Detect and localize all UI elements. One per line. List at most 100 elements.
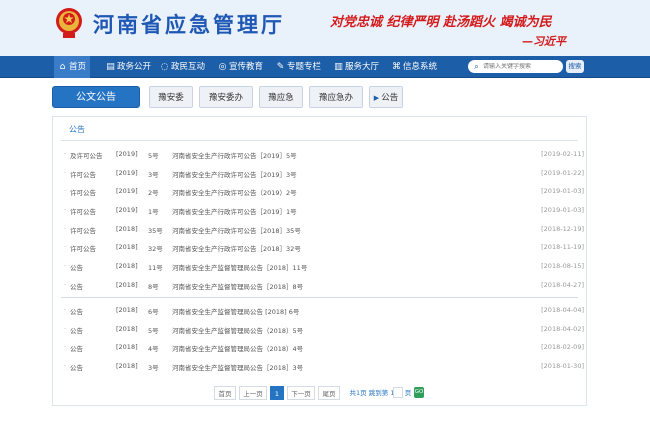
nav-item-label: 政民互动 — [171, 62, 206, 72]
list-item[interactable]: · 许可公告 [2019] 2号 河南省安全生产行政许可公告（2019）2号 [2019-… — [64, 187, 584, 199]
pencil-icon: ✎ — [276, 61, 285, 72]
item-year: [2019] — [116, 206, 138, 214]
item-title-link[interactable]: 河南省安全生产行政许可公告［2019］1号 — [172, 206, 297, 216]
page-unit-label: 页 — [404, 386, 412, 400]
item-date: [2018-08-15] — [541, 262, 584, 270]
item-category: 公告 — [70, 364, 83, 372]
list-item[interactable]: · 及许可公告 [2019] 5号 河南省安全生产行政许可公告［2019］5号 [2019… — [64, 150, 584, 162]
go-button[interactable]: GO — [414, 387, 424, 398]
home-icon: ⌂ — [59, 61, 66, 72]
item-title-link[interactable]: 河南省安全生产监督管理局公告［2018］11号 — [172, 262, 307, 272]
list-item[interactable]: · 公告 [2018] 11号 河南省安全生产监督管理局公告［2018］11号 [2018… — [64, 262, 584, 274]
bullet-icon: · — [64, 262, 67, 270]
nav-item-government-affairs[interactable]: ▤ 政务公开 — [106, 56, 151, 78]
list-item[interactable]: · 公告 [2018] 6号 河南省安全生产监督管理局公告 [2018] 6号 [2018… — [64, 306, 584, 318]
site-title[interactable]: 河南省应急管理厅 — [93, 9, 285, 39]
document-icon: ▤ — [106, 61, 115, 72]
item-title-link[interactable]: 河南省安全生产行政许可公告［2019］3号 — [172, 169, 297, 179]
item-title-link[interactable]: 河南省安全生产监督管理局公告 [2018] 6号 — [172, 306, 299, 316]
item-date: [2018-04-02] — [541, 325, 584, 333]
tab-announcements[interactable]: ▶ 公告 — [369, 86, 403, 108]
bullet-icon: · — [64, 243, 67, 251]
tab-yu-anwei[interactable]: 豫安委 — [149, 86, 193, 108]
nav-item-interaction[interactable]: ◌ 政民互动 — [160, 56, 205, 78]
nav-item-info-systems[interactable]: ⌘ 信息系统 — [392, 56, 437, 78]
item-number: 32号 — [148, 245, 163, 253]
item-date: [2018-04-04] — [541, 306, 584, 314]
item-title-link[interactable]: 河南省安全生产监督管理局公告（2018）5号 — [172, 325, 303, 335]
item-category: 公告 — [70, 345, 83, 353]
item-title-link[interactable]: 河南省安全生产监督管理局公告［2018］8号 — [172, 281, 303, 291]
national-emblem-icon — [56, 8, 82, 38]
bullet-icon: · — [64, 281, 67, 289]
bullet-icon: · — [64, 225, 67, 233]
item-year: [2018] — [116, 362, 138, 370]
nav-item-topics[interactable]: ✎ 专题专栏 — [276, 56, 321, 78]
bullet-icon: · — [64, 343, 67, 351]
item-year: [2019] — [116, 150, 138, 158]
nav-item-label: 信息系统 — [403, 62, 438, 72]
item-title-link[interactable]: 河南省安全生产行政许可公告［2018］32号 — [172, 243, 301, 253]
item-category: 许可公告 — [70, 245, 96, 253]
list-item[interactable]: · 公告 [2018] 4号 河南省安全生产监督管理局公告（2018）4号 [2018-0… — [64, 343, 584, 355]
page-number-input[interactable] — [393, 387, 403, 398]
item-date: [2019-01-22] — [541, 169, 584, 177]
item-title-link[interactable]: 河南省安全生产行政许可公告［2019］5号 — [172, 150, 297, 160]
nav-item-label: 政务公开 — [117, 62, 152, 72]
list-item[interactable]: · 公告 [2018] 8号 河南省安全生产监督管理局公告［2018］8号 [2018-0… — [64, 281, 584, 293]
nav-item-service-hall[interactable]: ▥ 服务大厅 — [334, 56, 379, 78]
triangle-right-icon: ▶ — [373, 94, 380, 102]
nav-item-education[interactable]: ◎ 宣传教育 — [218, 56, 263, 78]
prev-page-button[interactable]: 上一页 — [239, 386, 267, 400]
item-number: 6号 — [148, 308, 159, 316]
tab-yu-anweiban[interactable]: 豫安委办 — [199, 86, 253, 108]
item-year: [2018] — [116, 243, 138, 251]
item-date: [2018-01-30] — [541, 362, 584, 370]
item-title-link[interactable]: 河南省安全生产监督管理局公告（2018）4号 — [172, 343, 303, 353]
item-year: [2018] — [116, 343, 138, 351]
nav-item-label: 专题专栏 — [287, 62, 322, 72]
chat-icon: ◌ — [160, 61, 169, 72]
tab-official-announcements[interactable]: 公文公告 — [52, 86, 140, 108]
last-page-button[interactable]: 尾页 — [318, 386, 340, 400]
bullet-icon: · — [64, 362, 67, 370]
item-title-link[interactable]: 河南省安全生产监督管理局公告［2018］3号 — [172, 362, 303, 372]
nav-item-label: 服务大厅 — [345, 62, 380, 72]
tab-yu-yingji[interactable]: 豫应急 — [259, 86, 303, 108]
item-title-link[interactable]: 河南省安全生产行政许可公告［2018］35号 — [172, 225, 301, 235]
item-category: 许可公告 — [70, 208, 96, 216]
current-page-button[interactable]: 1 — [270, 386, 284, 400]
item-date: [2019-02-11] — [541, 150, 584, 158]
building-icon: ▥ — [334, 61, 343, 72]
search-input[interactable] — [483, 63, 561, 70]
item-number: 3号 — [148, 364, 159, 372]
list-item[interactable]: · 许可公告 [2019] 1号 河南省安全生产行政许可公告［2019］1号 [2019-… — [64, 206, 584, 218]
item-category: 公告 — [70, 264, 83, 272]
list-item[interactable]: · 公告 [2018] 3号 河南省安全生产监督管理局公告［2018］3号 [2018-0… — [64, 362, 584, 374]
item-date: [2018-02-09] — [541, 343, 584, 351]
list-item[interactable]: · 许可公告 [2018] 32号 河南省安全生产行政许可公告［2018］32号 [201… — [64, 243, 584, 255]
first-page-button[interactable]: 首页 — [214, 386, 236, 400]
item-category: 公告 — [70, 283, 83, 291]
list-item[interactable]: · 许可公告 [2019] 3号 河南省安全生产行政许可公告［2019］3号 [2019-… — [64, 169, 584, 181]
nav-item-home[interactable]: ⌂ 首页 — [54, 56, 91, 78]
item-category: 许可公告 — [70, 227, 96, 235]
bullet-icon: · — [64, 150, 67, 158]
bullet-icon: · — [64, 325, 67, 333]
item-date: [2018-11-19] — [541, 243, 584, 251]
item-number: 3号 — [148, 171, 159, 179]
item-year: [2018] — [116, 281, 138, 289]
divider — [61, 140, 578, 141]
item-number: 4号 — [148, 345, 159, 353]
item-number: 2号 — [148, 189, 159, 197]
megaphone-icon: ◎ — [218, 61, 227, 72]
search-button[interactable]: 搜索 — [566, 60, 584, 73]
list-item[interactable]: · 许可公告 [2018] 35号 河南省安全生产行政许可公告［2018］35号 [201… — [64, 225, 584, 237]
list-item[interactable]: · 公告 [2018] 5号 河南省安全生产监督管理局公告（2018）5号 [2018-0… — [64, 325, 584, 337]
search-box: ⌕ — [468, 60, 563, 73]
next-page-button[interactable]: 下一页 — [287, 386, 315, 400]
bullet-icon: · — [64, 187, 67, 195]
item-year: [2018] — [116, 262, 138, 270]
item-title-link[interactable]: 河南省安全生产行政许可公告（2019）2号 — [172, 187, 297, 197]
tab-yu-yingjiban[interactable]: 豫应急办 — [309, 86, 363, 108]
